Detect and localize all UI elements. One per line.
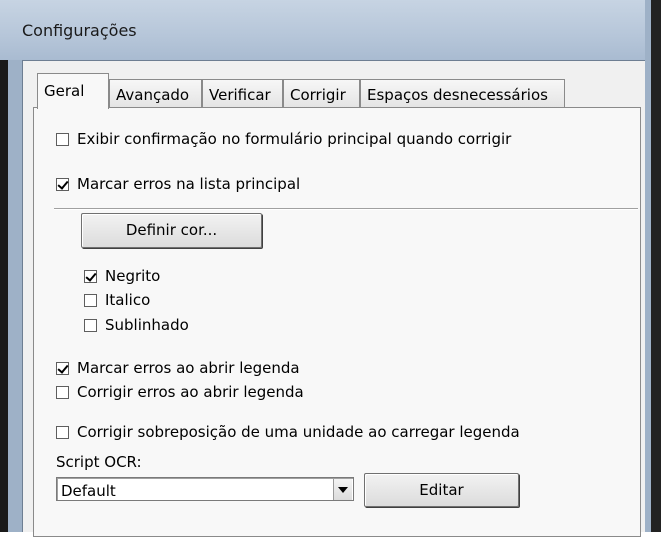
tab-espacos-desnecessarios[interactable]: Espaços desnecessários [360, 79, 565, 109]
fix-errors-open-label: Corrigir erros ao abrir legenda [77, 383, 304, 401]
ocr-script-label: Script OCR: [56, 453, 142, 471]
show-confirmation-label: Exibir confirmação no formulário princip… [77, 130, 512, 148]
italic-checkbox[interactable] [84, 293, 97, 307]
mark-errors-main-list-checkbox[interactable] [56, 177, 69, 191]
fix-overlap-option[interactable]: Corrigir sobreposição de uma unidade ao … [56, 423, 520, 441]
fix-overlap-label: Corrigir sobreposição de uma unidade ao … [77, 423, 520, 441]
tab-verificar-label: Verificar [209, 86, 271, 104]
define-color-button[interactable]: Definir cor... [81, 213, 262, 248]
mark-errors-main-list-option[interactable]: Marcar erros na lista principal [56, 175, 300, 193]
mark-errors-main-list-label: Marcar erros na lista principal [77, 175, 301, 193]
edit-button[interactable]: Editar [364, 473, 519, 507]
bold-checkbox[interactable] [84, 269, 97, 283]
tab-geral[interactable]: Geral [37, 73, 109, 109]
tab-avancado[interactable]: Avançado [109, 79, 202, 109]
title-bar[interactable]: Configurações [0, 0, 661, 60]
fix-overlap-checkbox[interactable] [56, 425, 69, 439]
fix-errors-open-checkbox[interactable] [56, 385, 69, 399]
underline-label: Sublinhado [105, 316, 189, 334]
window-title: Configurações [22, 21, 137, 40]
show-confirmation-checkbox[interactable] [56, 132, 69, 146]
tab-verificar[interactable]: Verificar [202, 79, 283, 109]
window-frame-left [0, 60, 22, 532]
tab-panel-geral: Exibir confirmação no formulário princip… [33, 107, 641, 537]
separator [54, 208, 638, 210]
mark-errors-open-checkbox[interactable] [56, 361, 69, 375]
ocr-script-value: Default [61, 482, 116, 500]
edit-button-label: Editar [419, 481, 464, 499]
settings-window: Configurações Geral Avançado Verificar C… [0, 0, 661, 537]
window-frame-right [645, 0, 661, 532]
italic-label: Italico [105, 291, 151, 309]
bold-label: Negrito [105, 267, 161, 285]
tab-avancado-label: Avançado [116, 86, 190, 104]
underline-option[interactable]: Sublinhado [84, 316, 189, 334]
mark-errors-open-label: Marcar erros ao abrir legenda [77, 359, 300, 377]
dropdown-arrow-icon[interactable] [333, 479, 352, 500]
underline-checkbox[interactable] [84, 318, 97, 332]
tab-corrigir[interactable]: Corrigir [283, 79, 360, 109]
italic-option[interactable]: Italico [84, 291, 150, 309]
bold-option[interactable]: Negrito [84, 267, 160, 285]
tab-corrigir-label: Corrigir [290, 86, 346, 104]
define-color-button-label: Definir cor... [125, 221, 218, 239]
mark-errors-open-option[interactable]: Marcar erros ao abrir legenda [56, 359, 300, 377]
tab-geral-label: Geral [44, 82, 85, 100]
fix-errors-open-option[interactable]: Corrigir erros ao abrir legenda [56, 383, 304, 401]
tab-espacos-label: Espaços desnecessários [367, 86, 548, 104]
show-confirmation-option[interactable]: Exibir confirmação no formulário princip… [56, 130, 511, 148]
ocr-script-select[interactable]: Default [56, 477, 354, 501]
dialog-client-area: Geral Avançado Verificar Corrigir Espaço… [22, 60, 645, 537]
